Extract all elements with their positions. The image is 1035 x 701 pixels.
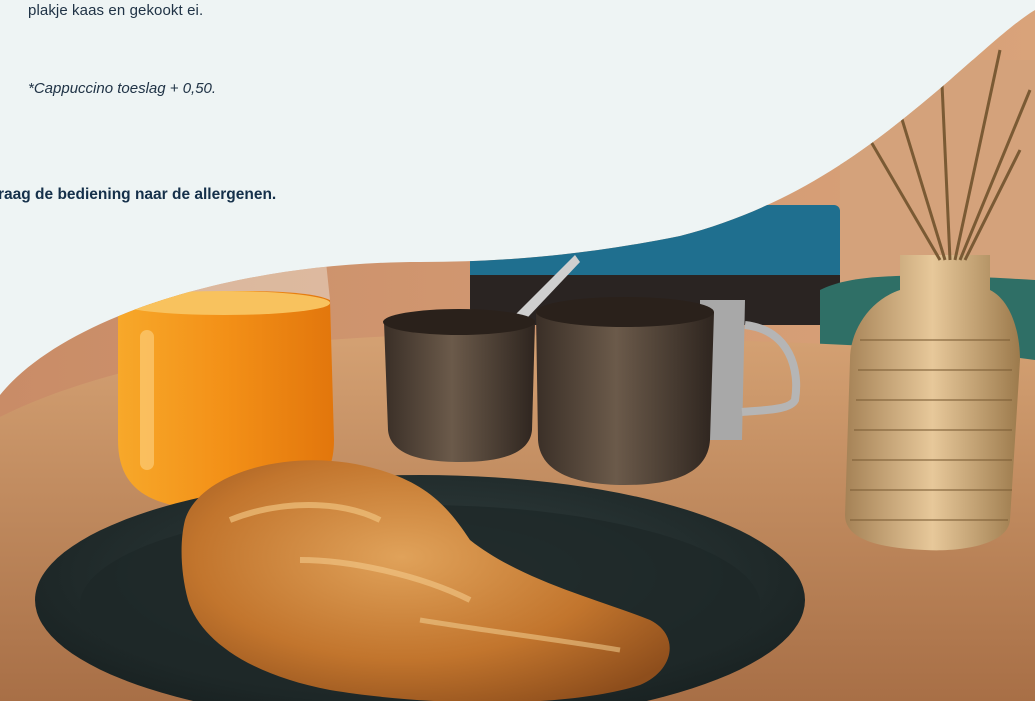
coffee-cup-left xyxy=(383,309,535,462)
menu-page: plakje kaas en gekookt ei. *Cappuccino t… xyxy=(0,0,1035,701)
allergen-notice: raag de bediening naar de allergenen. xyxy=(0,186,277,203)
menu-item-description: plakje kaas en gekookt ei. xyxy=(28,2,204,19)
menu-text-block: plakje kaas en gekookt ei. *Cappuccino t… xyxy=(0,0,640,240)
coffee-cup-right xyxy=(536,297,714,485)
cappuccino-surcharge-note: *Cappuccino toeslag + 0,50. xyxy=(28,80,217,97)
